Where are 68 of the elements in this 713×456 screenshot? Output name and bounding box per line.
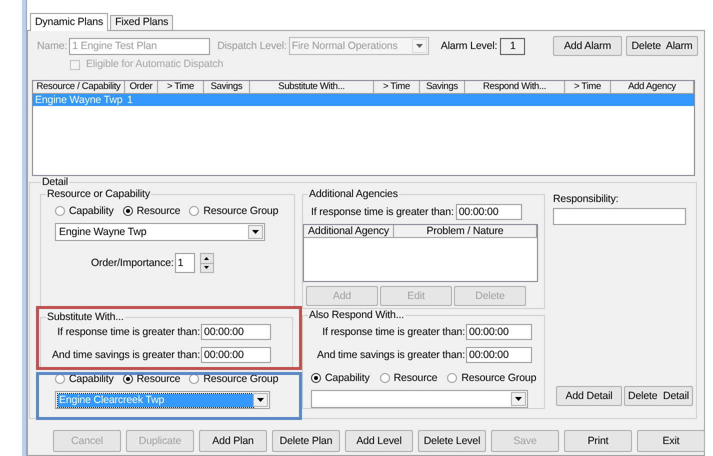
radio-button[interactable]: Resource (122, 373, 180, 385)
group-title: Detail (41, 176, 69, 188)
alarm-level-box: 1 (500, 38, 526, 54)
group-title: Resource or Capability (46, 188, 151, 200)
button[interactable]: Delete Detail (624, 386, 693, 406)
table-cell-text: Engine Wayne Twp (34, 94, 124, 106)
button[interactable]: Print (564, 430, 632, 452)
radio-button[interactable]: Resource Group (189, 373, 278, 385)
group-title: Also Respond With... (308, 309, 406, 321)
dropdown[interactable]: Engine Wayne Twp (55, 223, 265, 241)
table-cell-text: 1 (126, 94, 134, 106)
button[interactable]: Delete Plan (272, 430, 340, 452)
input-field[interactable]: 00:00:00 (466, 347, 532, 363)
field-label: And time savings is greater than: (51, 348, 200, 362)
caret-icon (515, 397, 522, 401)
caret-icon (257, 398, 264, 402)
radio-button[interactable]: Resource (122, 205, 180, 217)
radio-button[interactable]: Capability (55, 205, 114, 217)
button[interactable]: Add Level (345, 430, 413, 452)
field-label: If response time is greater than: (56, 326, 200, 338)
button[interactable]: Add Plan (199, 430, 267, 452)
column-header[interactable]: > Time (374, 81, 420, 94)
input-field[interactable]: 00:00:00 (456, 204, 522, 220)
column-header[interactable]: Additional Agency (304, 225, 394, 238)
column-header[interactable]: > Time (158, 81, 204, 94)
column-header[interactable]: Add Agency (611, 81, 694, 94)
field-label: Dispatch Level: (217, 40, 287, 52)
input-field[interactable]: 00:00:00 (201, 324, 271, 340)
group-title: Substitute With... (46, 311, 125, 323)
button[interactable]: Delete Level (418, 430, 486, 452)
input-field[interactable] (553, 208, 686, 225)
radio-button[interactable]: Capability (311, 372, 370, 384)
caret-icon (416, 44, 423, 48)
column-header[interactable]: Order (125, 81, 158, 94)
radio-button[interactable]: Capability (55, 373, 114, 385)
field-label: If response time is greater than: (321, 326, 465, 338)
field-label: Order/Importance: (91, 256, 174, 270)
up-arrow-icon (204, 256, 210, 260)
input-field[interactable]: 00:00:00 (201, 347, 271, 363)
caret-icon (252, 230, 259, 234)
field-label: Responsibility: (553, 193, 620, 206)
down-arrow-icon (204, 266, 210, 270)
radio-button[interactable]: Resource (380, 372, 438, 384)
column-header[interactable]: Savings (204, 81, 250, 94)
field-label: And time savings is greater than: (316, 348, 465, 362)
column-header[interactable]: Substitute With... (250, 81, 374, 94)
column-header[interactable]: Savings (420, 81, 465, 94)
column-header[interactable]: Respond With... (465, 81, 565, 94)
field-label: Name: (37, 40, 68, 52)
field-label: Alarm Level: (440, 40, 498, 52)
field-label: If response time is greater than: (311, 206, 454, 218)
button[interactable]: Add Detail (556, 386, 622, 406)
radio-button[interactable]: Resource Group (447, 372, 536, 384)
input-field[interactable]: 00:00:00 (466, 324, 532, 340)
button[interactable]: Exit (637, 430, 705, 452)
group-title: Additional Agencies (308, 188, 399, 200)
spinner[interactable] (200, 253, 214, 273)
column-header[interactable]: Problem / Nature (394, 225, 537, 238)
button[interactable]: Add Alarm (553, 36, 622, 56)
column-header[interactable]: > Time (565, 81, 611, 94)
dropdown[interactable] (311, 390, 528, 408)
input-field[interactable]: 1 (174, 253, 195, 273)
radio-button[interactable]: Resource Group (189, 205, 278, 217)
button[interactable]: Delete Alarm (626, 36, 698, 56)
column-header[interactable]: Resource / Capability (33, 81, 125, 94)
tab[interactable]: Dynamic Plans (30, 13, 108, 31)
selected-text: Engine Clearcreek Twp (58, 394, 253, 406)
tab[interactable]: Fixed Plans (110, 15, 174, 30)
